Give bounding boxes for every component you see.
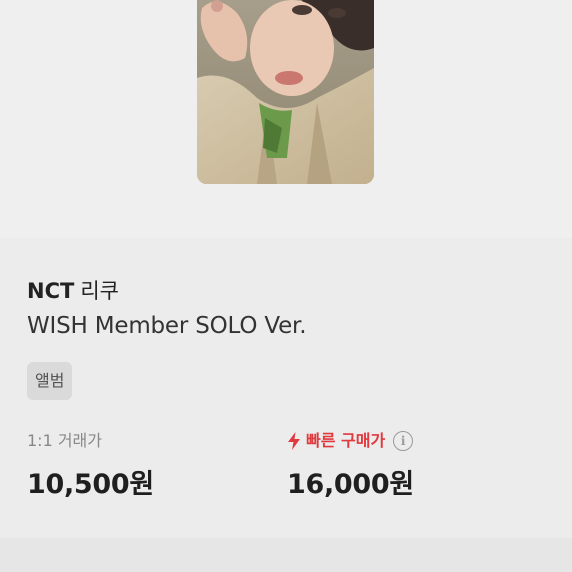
fast-price-value: 16,000원 bbox=[287, 469, 414, 500]
fast-price-label-row: 빠른 구매가 i bbox=[287, 428, 414, 454]
section-divider bbox=[0, 538, 572, 572]
fast-price-label: 빠른 구매가 bbox=[306, 431, 386, 450]
product-info-section: NCT 리쿠 WISH Member SOLO Ver. 앨범 1:1 거래가 1… bbox=[0, 238, 572, 538]
product-detail-page: NCT 리쿠 WISH Member SOLO Ver. 앨범 1:1 거래가 1… bbox=[0, 0, 572, 572]
trade-price-value: 10,500원 bbox=[27, 469, 154, 500]
fast-price-block[interactable]: 빠른 구매가 i 16,000원 bbox=[287, 428, 414, 501]
artist-group: NCT bbox=[27, 279, 75, 303]
trade-price-label: 1:1 거래가 bbox=[27, 431, 102, 450]
photocard-image[interactable] bbox=[197, 0, 374, 184]
artist-name[interactable]: NCT 리쿠 bbox=[27, 275, 119, 305]
artist-member: 리쿠 bbox=[80, 279, 119, 303]
lightning-bolt-icon bbox=[288, 432, 300, 450]
photocard-illustration bbox=[197, 0, 374, 184]
category-tag[interactable]: 앨범 bbox=[27, 362, 73, 400]
product-image-area bbox=[0, 0, 572, 238]
info-icon[interactable]: i bbox=[393, 431, 414, 451]
product-title: WISH Member SOLO Ver. bbox=[27, 313, 307, 339]
trade-price-block: 1:1 거래가 10,500원 bbox=[27, 428, 154, 501]
